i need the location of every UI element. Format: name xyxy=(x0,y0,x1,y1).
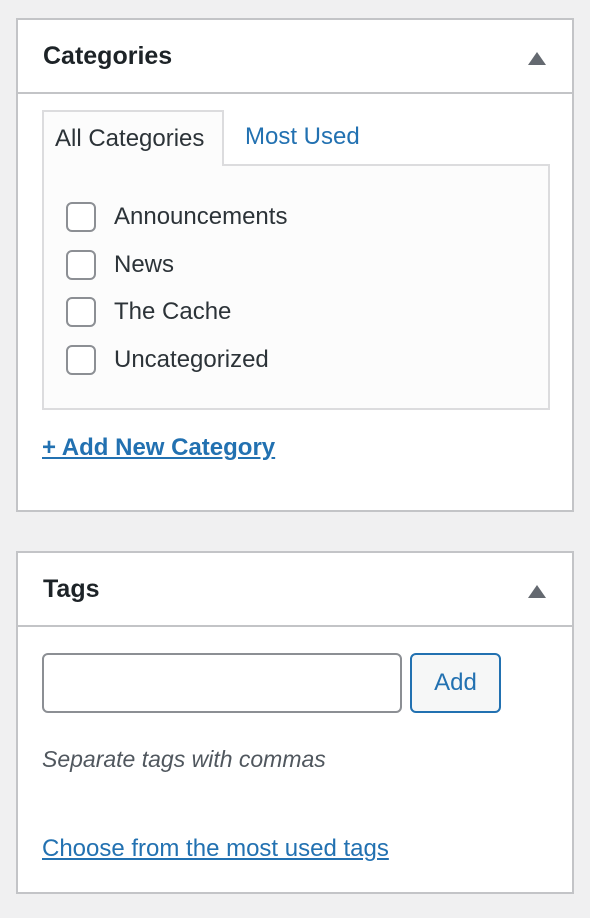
tags-hint: Separate tags with commas xyxy=(42,746,326,772)
tags-panel: Tags Add Separate tags with commas Choos… xyxy=(16,551,574,894)
category-checkbox[interactable] xyxy=(66,297,96,327)
add-new-category-link[interactable]: + Add New Category xyxy=(42,434,275,462)
categories-title: Categories xyxy=(43,42,173,70)
category-label[interactable]: The Cache xyxy=(114,298,231,326)
triangle-up-icon[interactable] xyxy=(528,585,546,598)
category-label[interactable]: News xyxy=(114,251,174,279)
tags-header[interactable]: Tags xyxy=(18,553,572,627)
category-checkbox[interactable] xyxy=(66,249,96,280)
categories-header[interactable]: Categories xyxy=(18,20,572,94)
tag-input[interactable] xyxy=(42,653,402,713)
category-label[interactable]: Announcements xyxy=(114,203,287,231)
tags-title: Tags xyxy=(43,575,100,603)
add-tag-button[interactable]: Add xyxy=(410,653,501,713)
category-label[interactable]: Uncategorized xyxy=(114,346,269,374)
choose-most-used-tags-link[interactable]: Choose from the most used tags xyxy=(42,835,389,863)
triangle-up-icon[interactable] xyxy=(528,52,546,65)
tab-most-used[interactable]: Most Used xyxy=(245,123,360,151)
tab-all-categories-label: All Categories xyxy=(55,125,205,152)
category-checkbox[interactable] xyxy=(66,344,96,375)
category-checklist-panel: Announcements News The Cache Uncategoriz… xyxy=(42,164,550,410)
tab-all-categories[interactable]: All Categories xyxy=(42,110,224,166)
category-checkbox[interactable] xyxy=(66,202,96,232)
categories-panel: Categories All Categories Most Used Anno… xyxy=(16,18,574,512)
